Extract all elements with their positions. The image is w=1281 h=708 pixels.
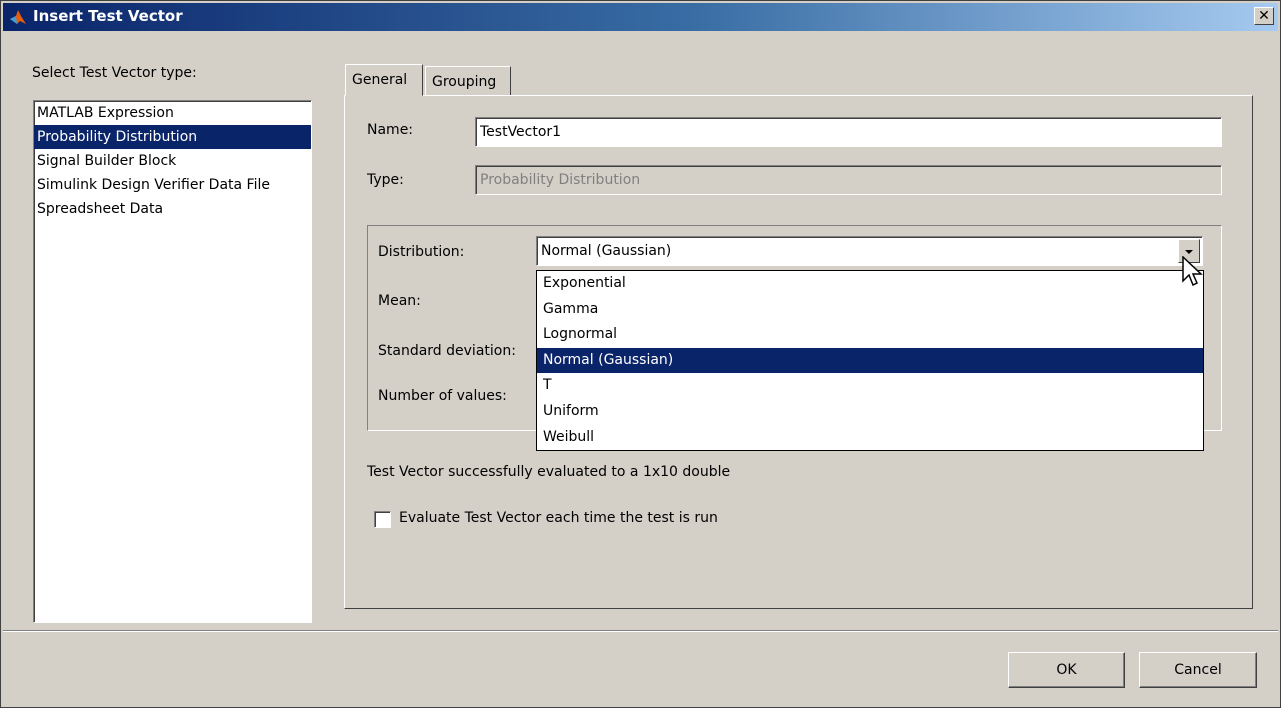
tab-grouping[interactable]: Grouping	[425, 66, 511, 96]
option-lognormal[interactable]: Lognormal	[537, 322, 1203, 348]
name-label: Name:	[367, 122, 414, 138]
distribution-combobox[interactable]: Normal (Gaussian)	[536, 236, 1203, 266]
evaluate-each-run-checkbox[interactable]	[374, 511, 391, 528]
name-input[interactable]: TestVector1	[475, 117, 1222, 147]
distribution-value: Normal (Gaussian)	[541, 243, 672, 259]
footer-separator	[3, 630, 1278, 632]
list-item-sldv-data-file[interactable]: Simulink Design Verifier Data File	[34, 173, 311, 197]
mean-label: Mean:	[378, 293, 421, 309]
evaluate-each-run-label[interactable]: Evaluate Test Vector each time the test …	[399, 510, 718, 526]
ok-button[interactable]: OK	[1008, 652, 1125, 688]
num-values-label: Number of values:	[378, 388, 507, 404]
list-item-signal-builder-block[interactable]: Signal Builder Block	[34, 149, 311, 173]
option-t[interactable]: T	[537, 373, 1203, 399]
window-title: Insert Test Vector	[33, 7, 183, 25]
distribution-label: Distribution:	[378, 244, 465, 260]
tab-general[interactable]: General	[345, 64, 423, 96]
std-deviation-label: Standard deviation:	[378, 343, 516, 359]
type-label: Type:	[367, 172, 404, 188]
close-button[interactable]: ✕	[1254, 7, 1274, 25]
matlab-logo-icon	[10, 10, 26, 24]
distribution-dropdown-list[interactable]: Exponential Gamma Lognormal Normal (Gaus…	[536, 270, 1204, 451]
mouse-cursor-icon	[1182, 256, 1203, 287]
evaluation-status-text: Test Vector successfully evaluated to a …	[367, 464, 731, 480]
insert-test-vector-dialog: Insert Test Vector ✕ Select Test Vector …	[0, 0, 1281, 708]
option-exponential[interactable]: Exponential	[537, 271, 1203, 297]
cancel-button[interactable]: Cancel	[1139, 652, 1257, 688]
close-icon: ✕	[1258, 8, 1270, 24]
select-type-label: Select Test Vector type:	[32, 65, 197, 81]
list-item-probability-distribution[interactable]: Probability Distribution	[34, 125, 311, 149]
list-item-spreadsheet-data[interactable]: Spreadsheet Data	[34, 197, 311, 221]
test-vector-type-list[interactable]: MATLAB Expression Probability Distributi…	[33, 100, 312, 623]
option-weibull[interactable]: Weibull	[537, 425, 1203, 451]
type-field: Probability Distribution	[475, 165, 1222, 195]
option-uniform[interactable]: Uniform	[537, 399, 1203, 425]
title-bar[interactable]: Insert Test Vector ✕	[3, 3, 1278, 31]
option-gamma[interactable]: Gamma	[537, 297, 1203, 323]
option-normal-gaussian[interactable]: Normal (Gaussian)	[537, 347, 1203, 374]
list-item-matlab-expression[interactable]: MATLAB Expression	[34, 101, 311, 125]
